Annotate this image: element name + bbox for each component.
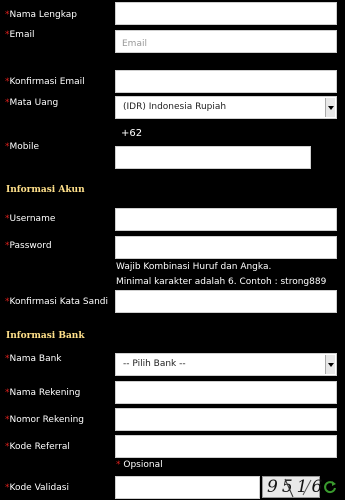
section-informasi-bank: Informasi Bank (6, 331, 85, 341)
nomor-rekening-input[interactable] (116, 411, 336, 433)
chevron-down-icon[interactable] (325, 355, 335, 374)
mobile-input[interactable] (116, 149, 310, 171)
password-hint-1: Wajib Kombinasi Huruf dan Angka. (116, 262, 272, 272)
kode-validasi-label: *Kode Validasi (5, 483, 69, 493)
nama-rekening-label: *Nama Rekening (5, 388, 81, 398)
username-label: *Username (5, 214, 56, 224)
email-label: *Email (5, 30, 35, 40)
mata-uang-selected: (IDR) Indonesia Rupiah (123, 102, 227, 112)
refresh-icon[interactable] (323, 480, 337, 494)
password-input[interactable] (116, 239, 336, 261)
password-label: *Password (5, 241, 52, 251)
section-informasi-akun: Informasi Akun (6, 185, 85, 195)
nomor-rekening-label: *Nomor Rekening (5, 415, 85, 425)
mobile-prefix: +62 (121, 128, 143, 139)
nama-rekening-input[interactable] (116, 384, 336, 406)
kode-validasi-input[interactable] (116, 479, 259, 500)
konfirmasi-sandi-input[interactable] (116, 293, 336, 315)
email-field[interactable] (115, 30, 337, 55)
nomor-rekening-field[interactable] (115, 408, 337, 433)
mobile-label: *Mobile (5, 142, 40, 152)
kode-validasi-field[interactable] (115, 476, 260, 500)
chevron-down-icon[interactable] (325, 98, 335, 117)
captcha-noise (284, 478, 312, 498)
konfirmasi-email-label: *Konfirmasi Email (5, 77, 85, 87)
nama-lengkap-field[interactable] (115, 2, 337, 27)
nama-bank-selected: -- Pilih Bank -- (123, 359, 186, 369)
email-input[interactable] (116, 33, 336, 55)
username-input[interactable] (116, 211, 336, 233)
password-field[interactable] (115, 236, 337, 261)
opsional-note: * Opsional (116, 460, 163, 470)
kode-referral-input[interactable] (116, 438, 336, 460)
nama-bank-label: *Nama Bank (5, 354, 62, 364)
mata-uang-select[interactable]: (IDR) Indonesia Rupiah (115, 96, 337, 119)
konfirmasi-sandi-label: *Konfirmasi Kata Sandi (5, 297, 109, 307)
kode-referral-label: *Kode Referral (5, 442, 70, 452)
konfirmasi-sandi-field[interactable] (115, 290, 337, 315)
mata-uang-label: *Mata Uang (5, 98, 59, 108)
mobile-field[interactable] (115, 146, 311, 171)
password-hint-2: Minimal karakter adalah 6. Contoh : stro… (116, 277, 327, 287)
nama-lengkap-input[interactable] (116, 5, 336, 27)
kode-referral-field[interactable] (115, 435, 337, 460)
nama-rekening-field[interactable] (115, 381, 337, 406)
username-field[interactable] (115, 208, 337, 233)
nama-lengkap-label: *Nama Lengkap (5, 10, 77, 20)
konfirmasi-email-field[interactable] (115, 70, 337, 95)
konfirmasi-email-input[interactable] (116, 73, 336, 95)
captcha-image: 9516 (262, 476, 322, 498)
nama-bank-select[interactable]: -- Pilih Bank -- (115, 353, 337, 376)
